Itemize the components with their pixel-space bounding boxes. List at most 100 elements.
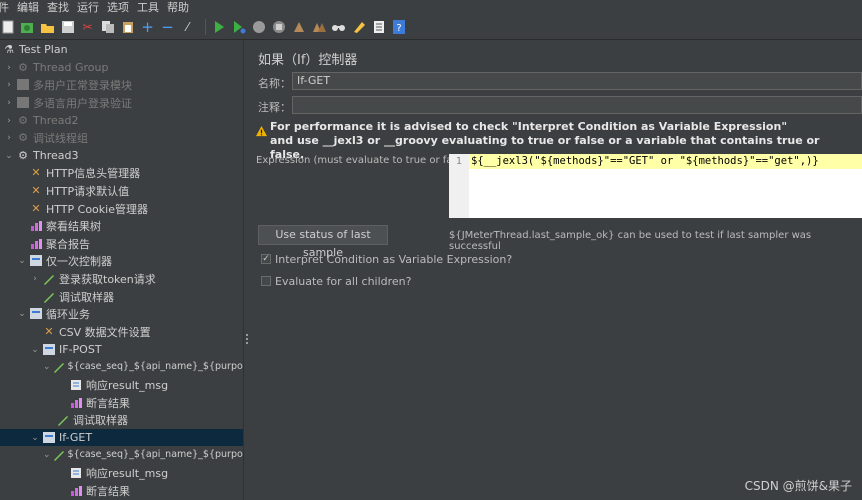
evaluate-all-children-checkbox[interactable] xyxy=(261,276,271,286)
sampler-icon xyxy=(42,290,56,304)
gear-icon: ⚙ xyxy=(18,61,28,74)
tree-item-thread2[interactable]: › ⚙ Thread2 xyxy=(0,112,243,129)
start-icon[interactable] xyxy=(211,20,226,35)
tree-item-debug-sampler-2[interactable]: 调试取样器 xyxy=(0,411,243,428)
chevron-right-icon[interactable]: › xyxy=(4,133,14,143)
save-icon[interactable] xyxy=(60,20,75,35)
sampler-icon xyxy=(53,360,65,374)
expand-icon[interactable]: + xyxy=(140,19,155,35)
chevron-down-icon[interactable]: ⌄ xyxy=(30,345,40,355)
controller-icon xyxy=(16,96,30,110)
use-status-last-sample-button[interactable]: Use status of last sample xyxy=(258,225,388,259)
tree-item-debug-sampler-1[interactable]: 调试取样器 xyxy=(0,288,243,305)
controller-icon xyxy=(42,431,56,445)
interpret-condition-checkbox[interactable]: ✓ xyxy=(261,254,271,264)
tree-item-response-assertion-1[interactable]: 响应result_msg xyxy=(0,376,243,393)
chevron-down-icon[interactable]: ⌄ xyxy=(43,362,51,372)
evaluate-all-children-label: Evaluate for all children? xyxy=(275,275,412,288)
gear-icon: ⚙ xyxy=(18,114,28,127)
menu-bar: 件 编辑 查找 运行 选项 工具 帮助 xyxy=(0,0,862,15)
tree-item-assertion-results-2[interactable]: 断言结果 xyxy=(0,482,243,499)
menu-help[interactable]: 帮助 xyxy=(163,0,193,15)
expression-code[interactable]: ${__jexl3("${methods}"=="GET" or "${meth… xyxy=(469,154,862,169)
tree-item-if-post[interactable]: ⌄ IF-POST xyxy=(0,341,243,358)
tree-item-http-defaults[interactable]: ✕ HTTP请求默认值 xyxy=(0,182,243,199)
comment-field[interactable] xyxy=(292,96,862,114)
watermark: CSDN @煎饼&果子 xyxy=(744,479,852,493)
tree-item-debug-thread-group[interactable]: › ⚙ 调试线程组 xyxy=(0,129,243,146)
chevron-down-icon[interactable]: ⌄ xyxy=(4,151,14,161)
chevron-right-icon[interactable]: › xyxy=(30,274,40,284)
page-title: 如果（If）控制器 xyxy=(258,53,358,68)
new-icon[interactable] xyxy=(0,20,15,35)
controller-icon xyxy=(29,307,43,321)
controller-icon xyxy=(16,78,30,92)
chevron-right-icon[interactable]: › xyxy=(4,116,14,126)
chevron-down-icon[interactable]: ⌄ xyxy=(17,309,27,319)
test-plan-icon: ⚗ xyxy=(4,43,14,56)
function-helper-icon[interactable] xyxy=(371,20,386,35)
menu-edit[interactable]: 编辑 xyxy=(13,0,43,15)
tree-item-post-request[interactable]: ⌄ ${case_seq}_${api_name}_${purpose} xyxy=(0,358,243,375)
warning-icon xyxy=(256,126,267,137)
start-no-pause-icon[interactable] xyxy=(231,20,246,35)
search-icon[interactable] xyxy=(331,20,346,35)
line-number: 1 xyxy=(449,154,469,218)
menu-file[interactable]: 件 xyxy=(0,0,13,15)
sampler-icon xyxy=(42,272,56,286)
menu-run[interactable]: 运行 xyxy=(73,0,103,15)
last-sample-hint: ${JMeterThread.last_sample_ok} can be us… xyxy=(449,230,812,252)
menu-search[interactable]: 查找 xyxy=(43,0,73,15)
chevron-right-icon[interactable]: › xyxy=(4,63,14,73)
chart-icon xyxy=(69,396,83,410)
expression-editor[interactable]: 1 ${__jexl3("${methods}"=="GET" or "${me… xyxy=(449,154,862,218)
tree-item-aggregate-report[interactable]: 聚合报告 xyxy=(0,235,243,252)
stop-icon[interactable] xyxy=(251,20,266,35)
chevron-down-icon[interactable]: ⌄ xyxy=(30,433,40,443)
tree-item-login-token-request[interactable]: › 登录获取token请求 xyxy=(0,270,243,287)
tree-item-http-header-manager[interactable]: ✕ HTTP信息头管理器 xyxy=(0,164,243,181)
toggle-icon[interactable]: ⁄ xyxy=(180,20,195,35)
tree-item-thread-group[interactable]: › ⚙ Thread Group xyxy=(0,59,243,76)
tree-item-cookie-manager[interactable]: ✕ HTTP Cookie管理器 xyxy=(0,200,243,217)
reset-search-icon[interactable] xyxy=(351,20,366,35)
clear-icon[interactable] xyxy=(291,20,306,35)
tree-item-multilang-login[interactable]: › 多语言用户登录验证 xyxy=(0,94,243,111)
tree-item-assertion-results-1[interactable]: 断言结果 xyxy=(0,394,243,411)
tree-item-get-request[interactable]: ⌄ ${case_seq}_${api_name}_${purpose} xyxy=(0,446,243,463)
copy-icon[interactable] xyxy=(100,20,115,35)
chevron-down-icon[interactable]: ⌄ xyxy=(43,450,51,460)
name-field[interactable]: If-GET xyxy=(292,72,862,90)
chart-icon xyxy=(29,237,43,251)
tree-item-if-get[interactable]: ⌄ If-GET xyxy=(0,429,243,446)
chevron-right-icon[interactable]: › xyxy=(4,80,14,90)
splitter-handle[interactable] xyxy=(246,334,248,346)
menu-tools[interactable]: 工具 xyxy=(133,0,163,15)
gear-icon: ⚙ xyxy=(18,149,28,162)
chevron-down-icon[interactable]: ⌄ xyxy=(17,256,27,266)
toolbar: ✂ + − ⁄ ? xyxy=(0,15,862,40)
tree-item-loop-business[interactable]: ⌄ 循环业务 xyxy=(0,305,243,322)
help-icon[interactable]: ? xyxy=(391,20,406,35)
tree-item-csv-data-set[interactable]: ✕ CSV 数据文件设置 xyxy=(0,323,243,340)
tree-item-once-only-controller[interactable]: ⌄ 仅一次控制器 xyxy=(0,252,243,269)
sampler-icon xyxy=(53,448,65,462)
clear-all-icon[interactable] xyxy=(311,20,326,35)
paste-icon[interactable] xyxy=(120,20,135,35)
tree-item-view-results-tree[interactable]: 察看结果树 xyxy=(0,217,243,234)
panel-splitter[interactable] xyxy=(243,40,250,500)
tree-item-response-assertion-2[interactable]: 响应result_msg xyxy=(0,464,243,481)
templates-icon[interactable] xyxy=(20,20,35,35)
cut-icon[interactable]: ✂ xyxy=(80,20,95,35)
collapse-icon[interactable]: − xyxy=(160,19,175,35)
shutdown-icon[interactable] xyxy=(271,20,286,35)
test-plan-tree: ⚗ Test Plan › ⚙ Thread Group › 多用户正常登录模块… xyxy=(0,40,243,500)
sampler-icon xyxy=(56,413,70,427)
tree-item-thread3[interactable]: ⌄ ⚙ Thread3 xyxy=(0,147,243,164)
controller-icon xyxy=(29,254,43,268)
menu-options[interactable]: 选项 xyxy=(103,0,133,15)
tree-item-test-plan[interactable]: ⚗ Test Plan xyxy=(0,41,243,58)
tree-item-login-module[interactable]: › 多用户正常登录模块 xyxy=(0,76,243,93)
chevron-right-icon[interactable]: › xyxy=(4,98,14,108)
open-icon[interactable] xyxy=(40,20,55,35)
